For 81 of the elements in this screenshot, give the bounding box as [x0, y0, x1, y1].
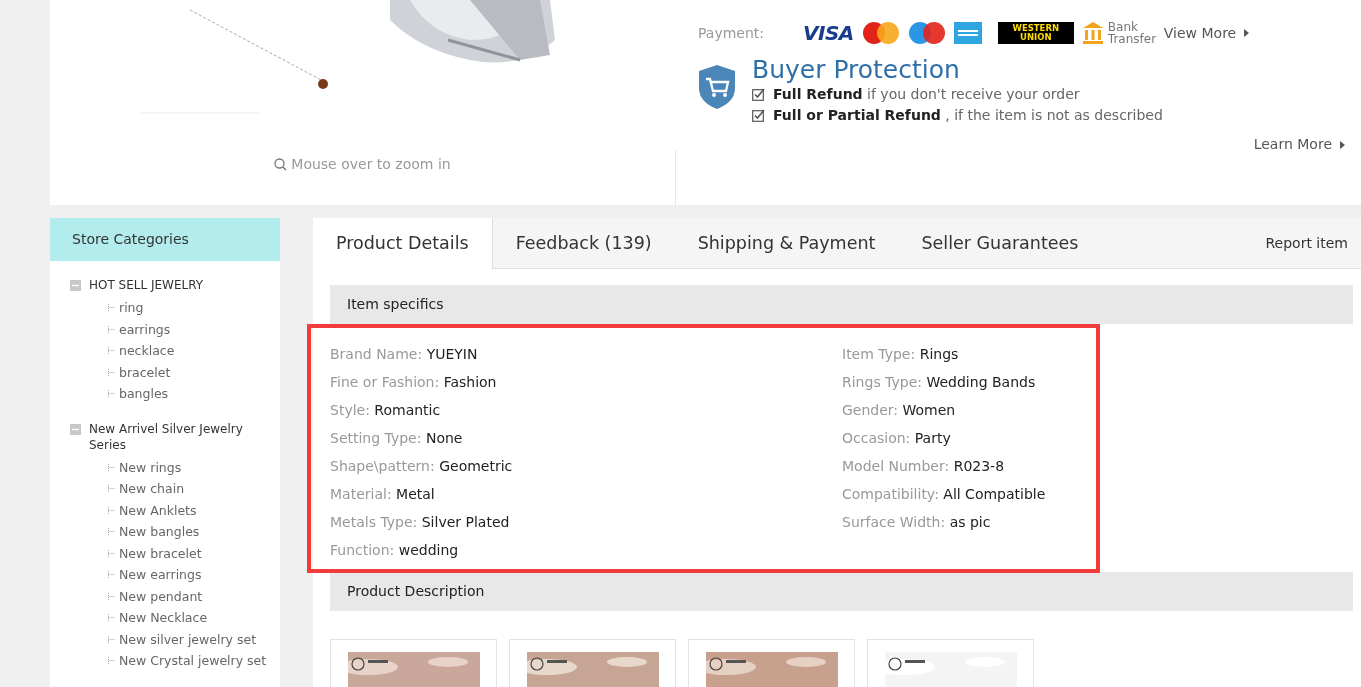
tree-branch-icon: [108, 485, 115, 493]
tree-branch-icon: [108, 592, 115, 600]
bank-icon: [1081, 21, 1104, 45]
tree-branch-icon: [108, 368, 115, 376]
subcategory-link[interactable]: necklace: [119, 340, 175, 362]
learn-more-link[interactable]: Learn More: [1253, 134, 1345, 155]
tab[interactable]: Product Details: [313, 218, 493, 269]
category-link[interactable]: HOT SELL JEWELRY: [89, 277, 249, 293]
spec-text: Style: Romantic: [330, 401, 442, 420]
subcategory-link[interactable]: New bracelet: [119, 542, 202, 564]
spec-text: Occasion: Party: [842, 429, 952, 448]
collapse-icon[interactable]: [70, 423, 81, 435]
spec-text: Metals Type: Silver Plated: [330, 513, 511, 532]
subcategory-link[interactable]: New pendant: [119, 585, 203, 607]
spec-text: Compatibility: All Compatible: [842, 485, 1047, 504]
subcategory-link[interactable]: New Crystal jewelry set: [119, 650, 267, 672]
subcategory-link[interactable]: bangles: [119, 383, 169, 405]
tab[interactable]: Shipping & Payment: [674, 218, 899, 268]
spec-text: Rings Type: Wedding Bands: [842, 373, 1037, 392]
spec-text: Gender: Women: [842, 401, 957, 420]
subcategory-link[interactable]: New earrings: [119, 564, 202, 586]
tab[interactable]: Seller Guarantees: [898, 218, 1102, 268]
caret-icon: [1244, 29, 1250, 37]
tree-branch-icon: [108, 549, 115, 557]
subcategory-link[interactable]: New silver jewelry set: [119, 628, 257, 650]
tree-branch-icon: [108, 304, 115, 312]
tree-branch-icon: [108, 390, 115, 398]
thumbnail-card[interactable]: [688, 639, 855, 687]
card-logo-icon: [953, 22, 982, 44]
subcategory-link[interactable]: New chain: [119, 478, 185, 500]
western-union-logo: WESTERN UNION: [997, 22, 1074, 44]
subcategory-link[interactable]: New Necklace: [119, 607, 208, 629]
search-icon: [274, 158, 288, 171]
thumbnail-card[interactable]: [509, 639, 676, 687]
guarantee-text: Full or Partial Refund , if the item is not as described: [773, 106, 1163, 125]
spec-text: Surface Width: as pic: [842, 513, 992, 532]
checkbox-icon: [752, 109, 765, 122]
spec-text: Fine or Fashion: Fashion: [330, 373, 498, 392]
tree-branch-icon: [108, 325, 115, 333]
tree-branch-icon: [108, 571, 115, 579]
subcategory-link[interactable]: New Anklets: [119, 499, 197, 521]
subcategory-link[interactable]: earrings: [119, 318, 171, 340]
bank-transfer-label: Bank Transfer: [1107, 21, 1156, 45]
thumbnail-card[interactable]: [330, 639, 497, 687]
tree-branch-icon: [108, 506, 115, 514]
tree-branch-icon: [108, 657, 115, 665]
card-logo-icon: [907, 21, 946, 45]
subcategory-link[interactable]: New rings: [119, 456, 182, 478]
tree-branch-icon: [108, 463, 115, 471]
tree-branch-icon: [108, 528, 115, 536]
spec-text: Shape\pattern: Geometric: [330, 457, 514, 476]
report-link[interactable]: Report item: [1265, 232, 1361, 254]
tree-branch-icon: [108, 635, 115, 643]
visa-logo: VISA: [803, 20, 854, 47]
zoom-hint-text: Mouse over to zoom in: [291, 155, 451, 174]
card-logo-icon: [861, 21, 900, 45]
section-header: Item specifics: [330, 285, 1353, 324]
collapse-icon[interactable]: [70, 280, 81, 291]
checkbox-icon: [752, 88, 765, 101]
caret-icon: [1340, 140, 1345, 149]
subcategory-link[interactable]: bracelet: [119, 361, 171, 383]
spec-text: Item Type: Rings: [842, 345, 960, 364]
category-link[interactable]: New Arrivel Silver Jewelry Series: [89, 420, 249, 453]
tab[interactable]: Feedback (139): [492, 218, 675, 268]
section-header: Product Description: [330, 572, 1353, 611]
payment-label: Payment:: [698, 23, 765, 43]
buyer-protection-title: Buyer Protection: [752, 56, 961, 84]
spec-text: Brand Name: YUEYIN: [330, 345, 479, 364]
subcategory-link[interactable]: New bangles: [119, 521, 200, 543]
shield-cart-icon: [698, 64, 736, 110]
view-more-link[interactable]: View More: [1163, 22, 1250, 44]
spec-text: Material: Metal: [330, 485, 436, 504]
guarantee-text: Full Refund if you don't receive your order: [773, 85, 1080, 104]
thumbnail-card[interactable]: [867, 639, 1034, 687]
spec-text: Model Number: R023-8: [842, 457, 1006, 476]
subcategory-link[interactable]: ring: [119, 297, 144, 319]
tree-branch-icon: [108, 347, 115, 355]
sidebar-title: Store Categories: [50, 218, 280, 261]
spec-text: Setting Type: None: [330, 429, 464, 448]
spec-text: Function: wedding: [330, 541, 460, 560]
tree-branch-icon: [108, 614, 115, 622]
